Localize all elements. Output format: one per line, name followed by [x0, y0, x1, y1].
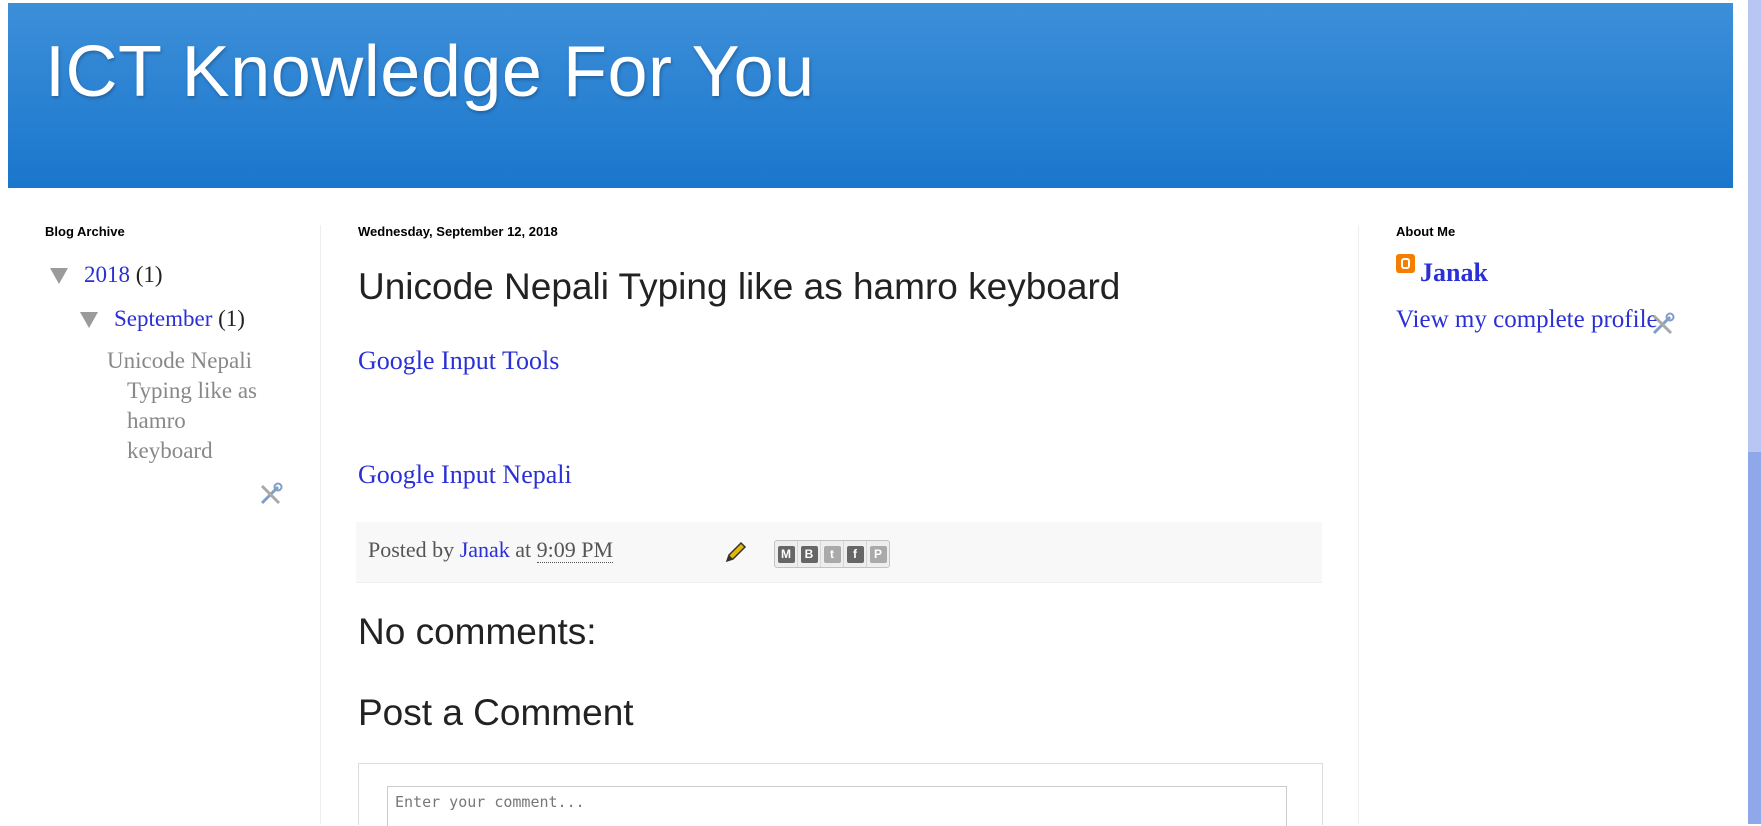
archive-year-link[interactable]: 2018 — [84, 262, 130, 287]
post-byline: Posted by Janak at 9:09 PM — [368, 537, 614, 563]
facebook-share-button[interactable]: f — [844, 541, 867, 567]
archive-post-line: Typing like as — [127, 378, 257, 403]
email-share-button[interactable]: M — [775, 541, 798, 567]
facebook-icon: f — [846, 545, 864, 563]
pinterest-icon: P — [869, 545, 887, 563]
archive-post-line: Unicode Nepali — [107, 348, 252, 373]
archive-month-count: (1) — [218, 306, 245, 331]
pencil-edit-icon[interactable] — [724, 540, 748, 564]
comment-input[interactable]: Enter your comment... — [387, 786, 1287, 826]
profile-name-link[interactable]: Janak — [1420, 258, 1488, 288]
google-input-tools-link[interactable]: Google Input Tools — [358, 346, 559, 376]
share-buttons: M B t f P — [774, 540, 890, 568]
archive-month-link[interactable]: September — [114, 306, 212, 331]
post-date-header: Wednesday, September 12, 2018 — [358, 224, 558, 239]
wrench-screwdriver-icon[interactable] — [258, 481, 284, 507]
blog-title[interactable]: ICT Knowledge For You — [45, 31, 815, 113]
post-timestamp-link[interactable]: 9:09 PM — [536, 537, 614, 563]
comments-heading: No comments: — [358, 611, 597, 652]
wrench-screwdriver-icon[interactable] — [1650, 311, 1676, 337]
email-icon: M — [777, 545, 795, 563]
post-comment-heading: Post a Comment — [358, 692, 634, 733]
post-footer: Posted by Janak at 9:09 PM M B t f P — [356, 522, 1322, 583]
blogger-profile-icon — [1396, 254, 1415, 273]
year-toggle-icon[interactable] — [50, 268, 68, 284]
archive-month: September (1) — [114, 306, 245, 332]
archive-post-line: keyboard — [127, 438, 213, 463]
blogger-icon: B — [800, 545, 818, 563]
post-title[interactable]: Unicode Nepali Typing like as hamro keyb… — [358, 266, 1120, 308]
blog-header: ICT Knowledge For You — [8, 3, 1733, 188]
month-toggle-icon[interactable] — [80, 312, 98, 328]
archive-post-link[interactable]: Unicode Nepali Typing like as hamro keyb… — [107, 346, 257, 466]
pinterest-share-button[interactable]: P — [867, 541, 889, 567]
twitter-share-button[interactable]: t — [821, 541, 844, 567]
left-column-divider — [320, 225, 321, 824]
twitter-icon: t — [823, 545, 841, 563]
google-input-nepali-link[interactable]: Google Input Nepali — [358, 460, 572, 490]
scrollbar-thumb[interactable] — [1748, 452, 1761, 824]
archive-year-count: (1) — [135, 262, 163, 287]
about-me-title: About Me — [1396, 224, 1456, 239]
comment-form: Enter your comment... — [358, 763, 1323, 826]
scrollbar[interactable] — [1748, 0, 1761, 824]
at-label: at — [515, 537, 532, 562]
archive-year: 2018 (1) — [84, 262, 163, 288]
blogthis-share-button[interactable]: B — [798, 541, 821, 567]
view-profile-link[interactable]: View my complete profile — [1396, 306, 1658, 334]
right-column-divider — [1358, 225, 1359, 824]
blog-archive-title: Blog Archive — [45, 224, 125, 239]
posted-by-label: Posted by — [368, 537, 455, 562]
archive-post-line: hamro — [127, 408, 186, 433]
author-link[interactable]: Janak — [460, 537, 510, 562]
